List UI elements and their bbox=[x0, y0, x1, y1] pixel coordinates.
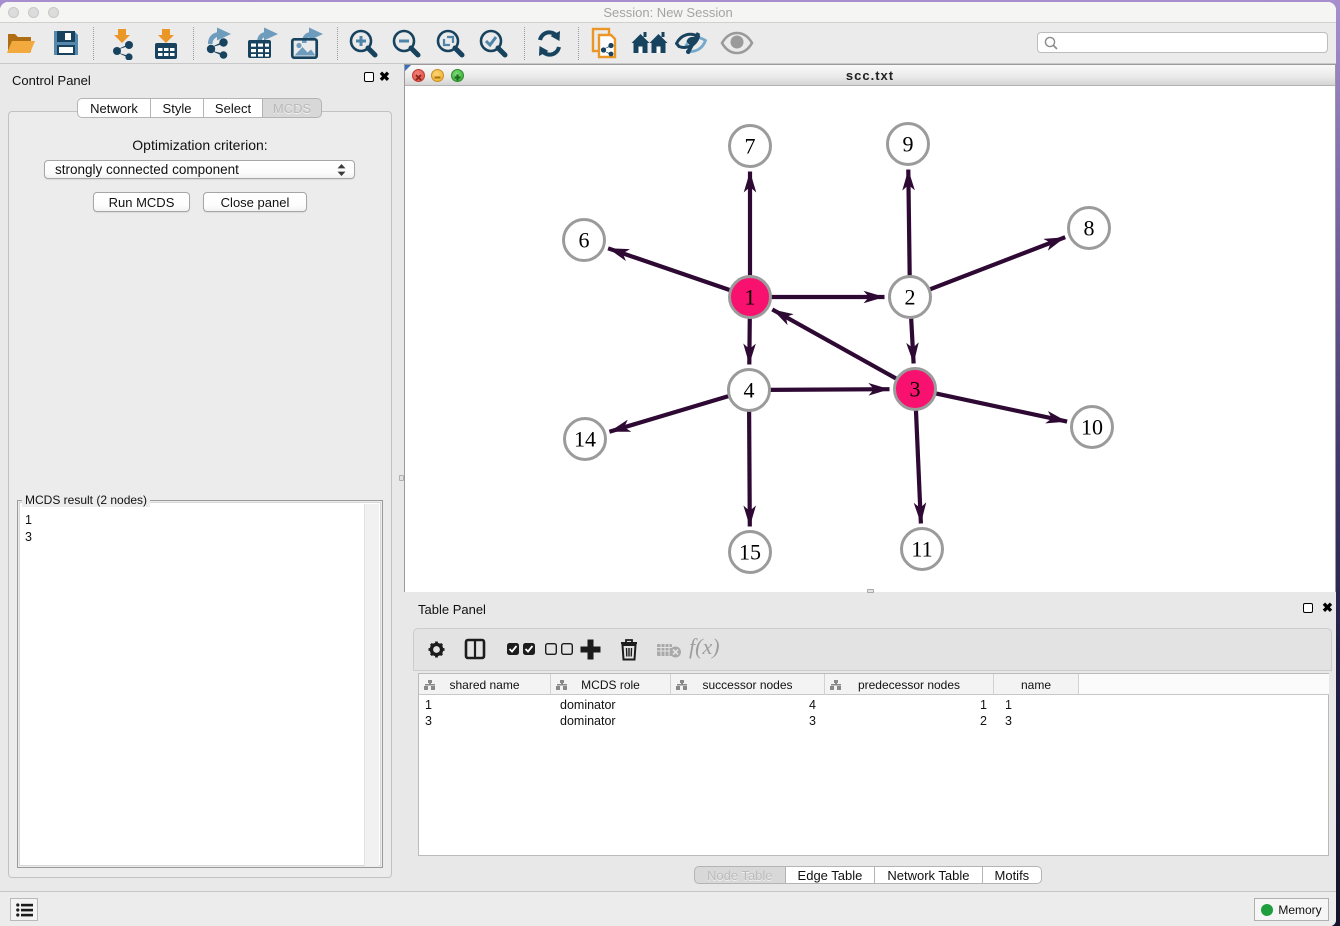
svg-text:8: 8 bbox=[1084, 216, 1095, 241]
svg-text:1: 1 bbox=[745, 285, 756, 310]
svg-text:14: 14 bbox=[574, 427, 596, 452]
svg-text:10: 10 bbox=[1081, 415, 1103, 440]
svg-text:2: 2 bbox=[905, 285, 916, 310]
svg-text:3: 3 bbox=[910, 377, 921, 402]
svg-text:6: 6 bbox=[579, 228, 590, 253]
svg-text:4: 4 bbox=[744, 378, 755, 403]
svg-text:11: 11 bbox=[911, 537, 932, 562]
svg-text:7: 7 bbox=[745, 134, 756, 159]
svg-text:15: 15 bbox=[739, 540, 761, 565]
svg-text:9: 9 bbox=[903, 132, 914, 157]
